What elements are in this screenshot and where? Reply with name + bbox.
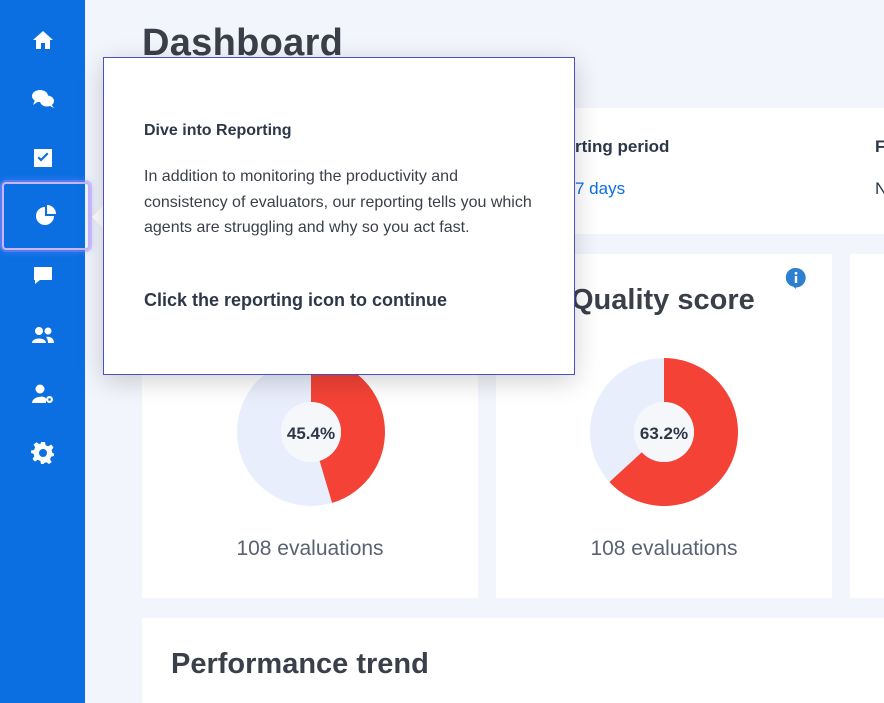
nav-evaluations[interactable] bbox=[0, 136, 85, 180]
gear-icon bbox=[30, 442, 54, 464]
donut-value-label: 63.2% bbox=[639, 424, 689, 443]
nav-settings[interactable] bbox=[0, 431, 85, 475]
third-filter-value[interactable]: N bbox=[875, 179, 884, 199]
feedback-icon bbox=[33, 267, 52, 284]
performance-trend-title: Performance trend bbox=[171, 648, 429, 680]
nav-home[interactable] bbox=[0, 18, 85, 62]
users-icon bbox=[31, 327, 54, 343]
evaluations-count: 108 evaluations bbox=[236, 537, 384, 560]
nav-reporting[interactable] bbox=[2, 182, 90, 250]
nav-user-settings[interactable] bbox=[0, 372, 85, 416]
checkbox-icon bbox=[33, 149, 52, 167]
third-filter-label: F bbox=[875, 137, 884, 156]
performance-trend-card: Performance trend bbox=[142, 618, 884, 703]
metric-card-3 bbox=[850, 254, 884, 598]
user-settings-icon bbox=[31, 384, 53, 403]
nav-users[interactable] bbox=[0, 313, 85, 357]
popover-body: In addition to monitoring the productivi… bbox=[144, 168, 532, 236]
home-icon bbox=[32, 31, 53, 49]
reporting-period-label: rting period bbox=[575, 137, 670, 156]
card-title: Quality score bbox=[571, 284, 755, 316]
conversations-icon bbox=[31, 90, 54, 108]
sidebar bbox=[0, 0, 90, 703]
popover-title: Dive into Reporting bbox=[144, 122, 292, 139]
donut-value-label: 45.4% bbox=[286, 424, 336, 443]
nav-conversations[interactable] bbox=[0, 77, 85, 121]
info-icon[interactable] bbox=[785, 267, 807, 289]
reporting-pie-icon bbox=[36, 205, 56, 225]
popover-cta: Click the reporting icon to continue bbox=[144, 290, 448, 310]
evaluations-count: 108 evaluations bbox=[590, 537, 738, 560]
reporting-period-value[interactable]: 7 days bbox=[575, 179, 625, 199]
nav-feedback[interactable] bbox=[0, 254, 85, 298]
onboarding-popover: Dive into Reporting In addition to monit… bbox=[103, 57, 575, 375]
